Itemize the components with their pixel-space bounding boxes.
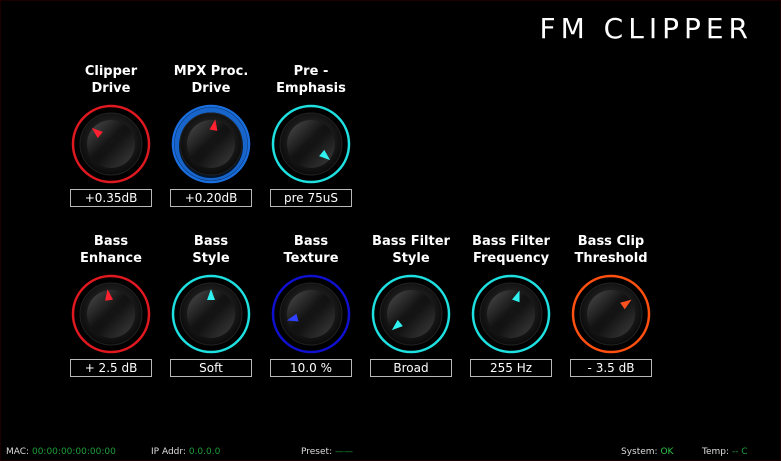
clipper-drive-value[interactable]: +0.35dB (70, 189, 152, 207)
knob-label-line1: Pre - (293, 64, 329, 79)
mpx-proc-drive-dial[interactable] (170, 103, 252, 185)
bass-clip-threshold-dial[interactable] (570, 273, 652, 355)
knob-label-line2: Style (392, 251, 430, 266)
dial-cap (387, 290, 435, 338)
dial-cap (587, 290, 635, 338)
status-temp: Temp: -- C (702, 447, 748, 457)
pre-emphasis-value[interactable]: pre 75uS (270, 189, 352, 207)
bass-enhance-dial[interactable] (70, 273, 152, 355)
knob-bass-filter-style: Bass Filter Style Broad (361, 233, 461, 377)
bass-style-value[interactable]: Soft (170, 359, 252, 377)
dial-cap (87, 120, 135, 168)
knob-bass-filter-frequency: Bass Filter Frequency 255 Hz (461, 233, 561, 377)
knob-label: Bass Clip Threshold (561, 233, 661, 267)
bass-texture-dial[interactable] (270, 273, 352, 355)
knob-bass-style: Bass Style Soft (161, 233, 261, 377)
knob-label: Bass Enhance (61, 233, 161, 267)
knob-label-line1: Bass (293, 234, 329, 249)
bass-texture-value[interactable]: 10.0 % (270, 359, 352, 377)
status-mac: MAC: 00:00:00:00:00:00 (6, 447, 116, 457)
knob-label-line2: Enhance (80, 251, 142, 266)
temp-label: Temp: (702, 447, 730, 457)
system-label: System: (621, 447, 658, 457)
knob-label-line1: Bass Filter (372, 234, 450, 249)
knob-label-line2: Drive (91, 81, 131, 96)
clipper-drive-dial[interactable] (70, 103, 152, 185)
bass-clip-threshold-value[interactable]: - 3.5 dB (570, 359, 652, 377)
knob-clipper-drive: Clipper Drive +0.35dB (61, 63, 161, 207)
bass-filter-frequency-dial[interactable] (470, 273, 552, 355)
knob-bass-clip-threshold: Bass Clip Threshold - 3.5 dB (561, 233, 661, 377)
knob-label-line1: Bass (93, 234, 129, 249)
temp-value: -- C (731, 447, 748, 457)
mac-value: 00:00:00:00:00:00 (31, 447, 116, 457)
preset-value: —— (334, 447, 353, 457)
knob-label-line1: Bass (193, 234, 229, 249)
knob-label: Pre - Emphasis (261, 63, 361, 97)
knob-label: Clipper Drive (61, 63, 161, 97)
preset-label: Preset: (301, 447, 333, 457)
status-system: System: OK (621, 447, 673, 457)
knob-label: Bass Filter Frequency (461, 233, 561, 267)
knob-label-line1: Bass Clip (577, 234, 645, 249)
knob-label-line1: MPX Proc. (173, 64, 249, 79)
knob-label-line2: Drive (191, 81, 231, 96)
bass-style-dial[interactable] (170, 273, 252, 355)
knob-bass-enhance: Bass Enhance + 2.5 dB (61, 233, 161, 377)
app-title: FM CLIPPER (539, 12, 753, 45)
knob-label-line1: Clipper (84, 64, 138, 79)
ip-value: 0.0.0.0 (188, 447, 221, 457)
bass-enhance-value[interactable]: + 2.5 dB (70, 359, 152, 377)
knob-label: Bass Texture (261, 233, 361, 267)
knob-label-line2: Threshold (574, 251, 648, 266)
knob-mpx-proc-drive: MPX Proc. Drive +0.20dB (161, 63, 261, 207)
knob-label: Bass Filter Style (361, 233, 461, 267)
knob-label: MPX Proc. Drive (161, 63, 261, 97)
knob-label-line2: Style (192, 251, 230, 266)
status-preset: Preset: —— (301, 447, 353, 457)
ip-label: IP Addr: (151, 447, 186, 457)
status-ip: IP Addr: 0.0.0.0 (151, 447, 220, 457)
system-value: OK (660, 447, 674, 457)
dial-cap (287, 290, 335, 338)
mpx-proc-drive-value[interactable]: +0.20dB (170, 189, 252, 207)
knob-label-line1: Bass Filter (472, 234, 550, 249)
bass-filter-style-dial[interactable] (370, 273, 452, 355)
knob-pre-emphasis: Pre - Emphasis pre 75uS (261, 63, 361, 207)
pre-emphasis-dial[interactable] (270, 103, 352, 185)
knob-bass-texture: Bass Texture 10.0 % (261, 233, 361, 377)
knob-label-line2: Frequency (472, 251, 550, 266)
dial-cap (287, 120, 335, 168)
dial-cap (487, 290, 535, 338)
bass-filter-style-value[interactable]: Broad (370, 359, 452, 377)
knob-label-line2: Emphasis (276, 81, 346, 96)
knob-label-line2: Texture (283, 251, 339, 266)
knob-label: Bass Style (161, 233, 261, 267)
mac-label: MAC: (6, 447, 30, 457)
bass-filter-frequency-value[interactable]: 255 Hz (470, 359, 552, 377)
